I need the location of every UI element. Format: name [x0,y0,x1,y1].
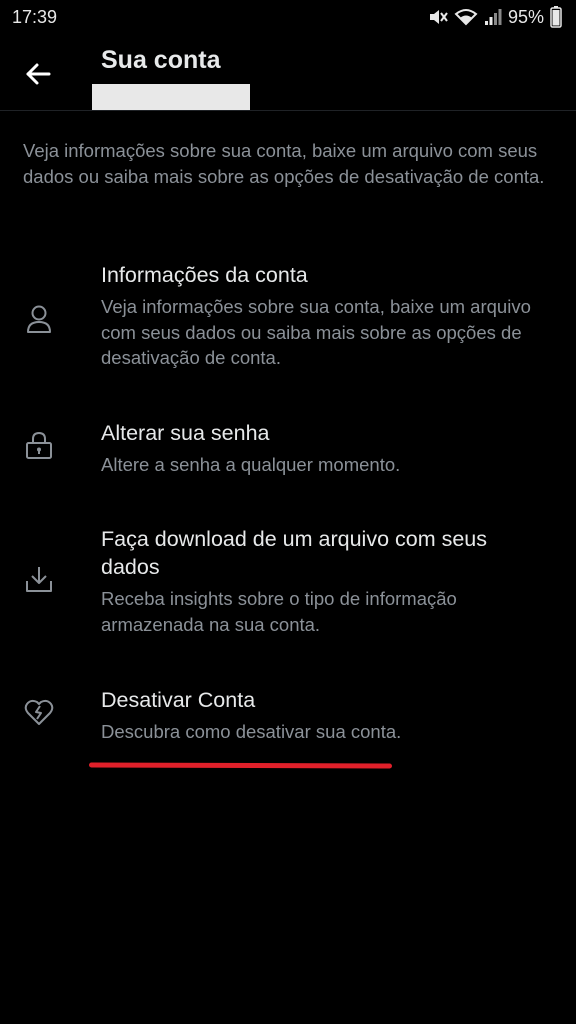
menu-item-title: Alterar sua senha [101,421,270,445]
red-annotation-underline [88,762,393,769]
signal-icon [484,8,502,26]
menu-item-title: Faça download de um arquivo com seus dad… [101,527,488,579]
lock-icon [22,428,56,462]
app-header: Sua conta [0,36,576,110]
menu-item-description: Receba insights sobre o tipo de informaç… [101,588,457,635]
battery-percent: 95% [507,6,544,27]
download-icon [22,562,56,596]
broken-heart-icon [22,695,56,729]
back-button[interactable] [18,54,58,94]
person-icon [22,302,56,336]
menu-item-deactivate-account[interactable]: Desativar Conta Descubra como desativar … [0,683,576,753]
menu-item-download-data[interactable]: Faça download de um arquivo com seus dad… [0,522,576,642]
page-title: Sua conta [101,46,221,74]
battery-icon [550,6,562,28]
menu-item-title: Desativar Conta [101,688,256,712]
status-icons: 95% [428,6,562,28]
mute-icon [428,8,448,26]
wifi-icon [454,8,478,26]
menu-item-description: Veja informações sobre sua conta, baixe … [101,296,531,368]
back-arrow-icon [26,63,51,85]
menu-item-description: Altere a senha a qualquer momento. [101,454,401,475]
status-bar: 17:39 95% [0,0,576,36]
menu-item-change-password[interactable]: Alterar sua senha Altere a senha a qualq… [0,416,576,486]
header-divider [0,110,576,111]
status-time: 17:39 [12,7,58,27]
menu-item-description: Descubra como desativar sua conta. [101,721,402,742]
username-redacted [92,84,250,110]
intro-text: Veja informações sobre sua conta, baixe … [23,140,545,187]
menu-item-title: Informações da conta [101,263,308,287]
menu-item-account-info[interactable]: Informações da conta Veja informações so… [0,258,576,378]
